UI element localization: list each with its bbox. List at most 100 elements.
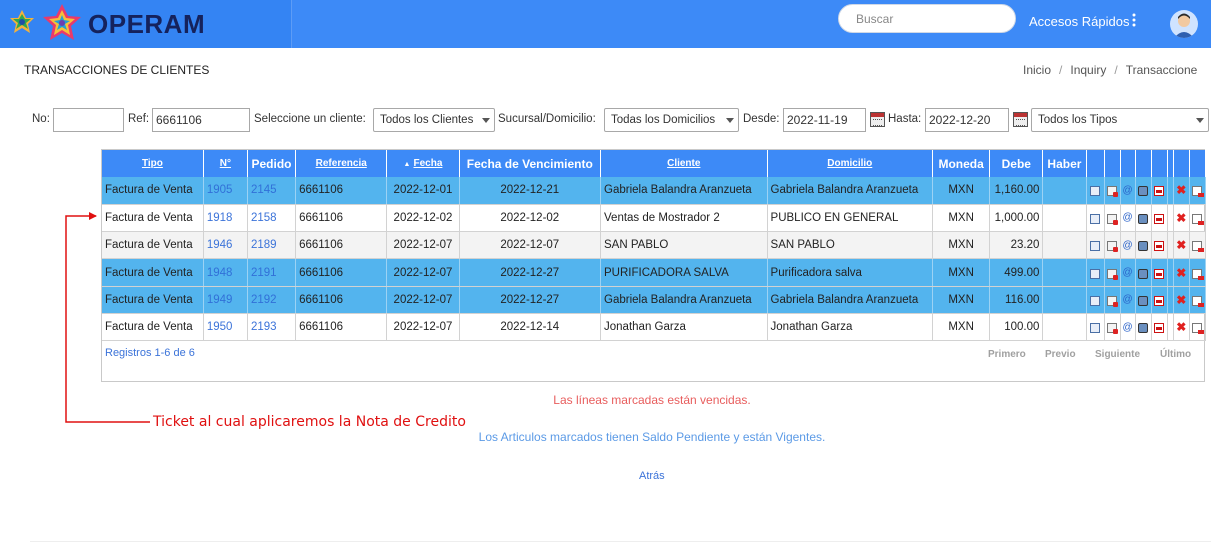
email-icon[interactable]: @ <box>1123 322 1133 333</box>
cell-pedido[interactable]: 2158 <box>247 204 297 233</box>
cell-no[interactable]: 1950 <box>203 313 248 342</box>
to-date-input[interactable] <box>925 108 1009 132</box>
cancel-icon[interactable]: ✖ <box>1176 183 1186 197</box>
cell-haber <box>1042 258 1087 287</box>
cell-domicilio: Purificadora salva <box>767 258 934 287</box>
view-icon[interactable] <box>1090 323 1101 334</box>
col-header-cliente[interactable]: Cliente <box>600 150 768 177</box>
client-select[interactable]: Todos los Clientes <box>373 108 495 132</box>
no-input[interactable] <box>53 108 124 132</box>
pager-prev[interactable]: Previo <box>1045 349 1076 360</box>
edit-icon[interactable] <box>1192 213 1205 225</box>
cell-domicilio: Gabriela Balandra Aranzueta <box>767 286 934 314</box>
email-icon[interactable]: @ <box>1123 212 1133 223</box>
cell-haber <box>1042 313 1087 342</box>
edit-icon-cell <box>1189 286 1207 314</box>
edit-icon[interactable] <box>1192 241 1205 253</box>
edit-icon[interactable] <box>1192 295 1205 307</box>
cancel-icon[interactable]: ✖ <box>1176 293 1186 307</box>
client-select-value: Todos los Clientes <box>380 114 474 126</box>
breadcrumb-inquiry[interactable]: Inquiry <box>1070 63 1106 77</box>
from-date-input[interactable] <box>783 108 866 132</box>
cell-pedido[interactable]: 2145 <box>247 177 297 205</box>
email-icon[interactable]: @ <box>1123 185 1133 196</box>
search-input[interactable] <box>838 4 1016 33</box>
cell-pedido[interactable]: 2189 <box>247 231 297 260</box>
web-icon[interactable] <box>1138 323 1149 334</box>
cell-debe: 499.00 <box>989 258 1044 287</box>
cell-fecha: 2022-12-07 <box>386 231 460 260</box>
cell-moneda: MXN <box>932 313 991 342</box>
pager-first[interactable]: Primero <box>988 349 1026 360</box>
cell-pedido[interactable]: 2192 <box>247 286 297 314</box>
cell-fecha: 2022-12-07 <box>386 258 460 287</box>
web-icon[interactable] <box>1138 213 1149 224</box>
calendar-icon[interactable] <box>870 112 885 127</box>
web-icon[interactable] <box>1138 186 1149 197</box>
cancel-icon[interactable]: ✖ <box>1176 266 1186 280</box>
col-header-pedido: Pedido <box>247 150 297 177</box>
view-icon[interactable] <box>1090 241 1101 252</box>
pdf-icon[interactable] <box>1154 323 1165 334</box>
ref-input[interactable] <box>152 108 250 132</box>
pdf-icon[interactable] <box>1154 241 1165 252</box>
pager-next[interactable]: Siguiente <box>1095 349 1140 360</box>
branch-select[interactable]: Todas los Domicilios <box>604 108 739 132</box>
vertical-dots-icon[interactable] <box>1131 13 1137 27</box>
cancel-icon[interactable]: ✖ <box>1176 238 1186 252</box>
pdf-icon[interactable] <box>1154 268 1165 279</box>
pager-last[interactable]: Último <box>1160 349 1191 360</box>
cell-pedido[interactable]: 2193 <box>247 313 297 342</box>
cell-no[interactable]: 1948 <box>203 258 248 287</box>
edit-icon[interactable] <box>1192 323 1205 335</box>
email-icon[interactable]: @ <box>1123 267 1133 278</box>
brand-name[interactable]: OPERAM <box>88 9 205 40</box>
type-select[interactable]: Todos los Tipos <box>1031 108 1209 132</box>
cell-pedido[interactable]: 2191 <box>247 258 297 287</box>
calendar-icon[interactable] <box>1013 112 1028 127</box>
web-icon[interactable] <box>1138 268 1149 279</box>
print-icon[interactable] <box>1107 213 1119 225</box>
email-icon[interactable]: @ <box>1123 294 1133 305</box>
cell-debe: 1,000.00 <box>989 204 1044 233</box>
print-icon[interactable] <box>1107 186 1119 198</box>
type-select-value: Todos los Tipos <box>1038 114 1118 126</box>
print-icon-cell <box>1104 258 1121 287</box>
col-header-action <box>1104 150 1121 177</box>
view-icon[interactable] <box>1090 213 1101 224</box>
col-header-no[interactable]: N° <box>203 150 248 177</box>
email-icon[interactable]: @ <box>1123 240 1133 251</box>
edit-icon[interactable] <box>1192 186 1205 198</box>
cancel-icon[interactable]: ✖ <box>1176 211 1186 225</box>
pdf-icon[interactable] <box>1154 213 1165 224</box>
web-icon[interactable] <box>1138 295 1149 306</box>
view-icon[interactable] <box>1090 186 1101 197</box>
web-icon-cell <box>1135 258 1152 287</box>
quick-access-menu[interactable]: Accesos Rápidos <box>1029 14 1129 29</box>
cell-no[interactable]: 1949 <box>203 286 248 314</box>
col-header-action <box>1086 150 1105 177</box>
view-icon[interactable] <box>1090 268 1101 279</box>
breadcrumb-inicio[interactable]: Inicio <box>1023 63 1051 77</box>
user-avatar[interactable] <box>1170 10 1198 38</box>
view-icon[interactable] <box>1090 295 1101 306</box>
print-icon[interactable] <box>1107 268 1119 280</box>
print-icon[interactable] <box>1107 295 1119 307</box>
cancel-icon[interactable]: ✖ <box>1176 320 1186 334</box>
col-header-tipo[interactable]: Tipo <box>102 150 204 177</box>
col-header-domicilio[interactable]: Domicilio <box>767 150 934 177</box>
pdf-icon[interactable] <box>1154 186 1165 197</box>
col-header-referencia[interactable]: Referencia <box>295 150 388 177</box>
cell-no[interactable]: 1946 <box>203 231 248 260</box>
pdf-icon[interactable] <box>1154 295 1165 306</box>
print-icon[interactable] <box>1107 241 1119 253</box>
print-icon[interactable] <box>1107 323 1119 335</box>
col-header-fecha[interactable]: ▲ Fecha <box>386 150 460 177</box>
edit-icon[interactable] <box>1192 268 1205 280</box>
cell-no[interactable]: 1905 <box>203 177 248 205</box>
back-link[interactable]: Atrás <box>639 470 665 482</box>
user-avatar-icon <box>1174 13 1194 38</box>
app-logo-icon[interactable] <box>8 8 36 36</box>
web-icon[interactable] <box>1138 241 1149 252</box>
cell-no[interactable]: 1918 <box>203 204 248 233</box>
